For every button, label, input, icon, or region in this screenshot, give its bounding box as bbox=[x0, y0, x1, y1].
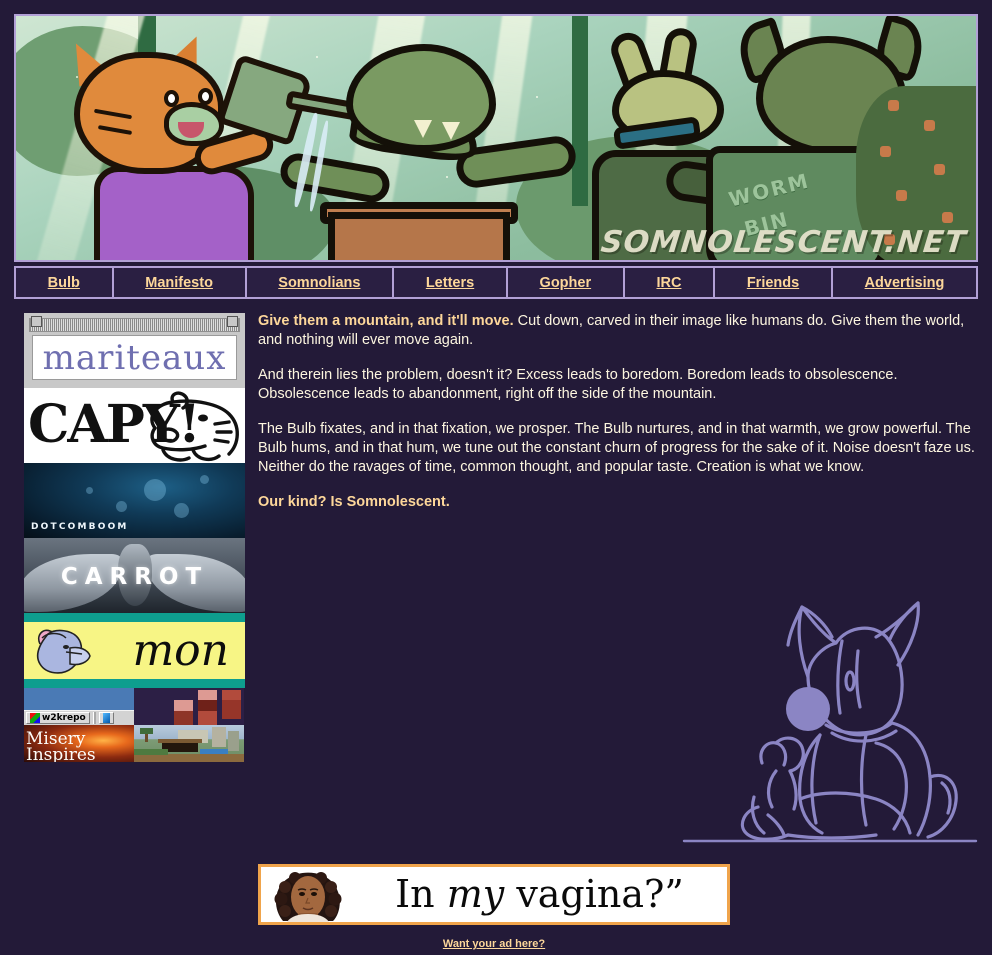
badge-carrot[interactable]: CARROT bbox=[24, 538, 245, 613]
paragraph-2: And therein lies the problem, doesn't it… bbox=[258, 367, 898, 402]
paragraph-3: The Bulb fixates, and in that fixation, … bbox=[258, 421, 975, 475]
cat-eye-left bbox=[164, 90, 179, 107]
swatch bbox=[174, 711, 193, 725]
badge-mon-label: mon bbox=[132, 625, 229, 676]
badge-carrot-label: CARROT bbox=[60, 564, 209, 590]
bubble bbox=[144, 479, 166, 501]
nav-item-gopher[interactable]: Gopher bbox=[508, 268, 625, 297]
lead-phrase: Give them a mountain, and it'll move. bbox=[258, 313, 514, 329]
wolf-character-icon bbox=[36, 629, 91, 674]
main-content: Give them a mountain, and it'll move. Cu… bbox=[258, 312, 976, 528]
mc-grass bbox=[134, 749, 168, 755]
badge-dotcomboom-label: DOTCOMBOOM bbox=[31, 522, 129, 532]
bubble bbox=[116, 501, 127, 512]
nav-item-somnolians[interactable]: Somnolians bbox=[247, 268, 395, 297]
ad-text-post: vagina?” bbox=[504, 872, 684, 916]
advertisement-section: In my vagina?” Want your ad here? bbox=[258, 864, 730, 950]
badge-swatches[interactable] bbox=[134, 688, 244, 725]
berry bbox=[942, 212, 953, 223]
nav-item-bulb[interactable]: Bulb bbox=[16, 268, 114, 297]
paragraph-1: Give them a mountain, and it'll move. Cu… bbox=[258, 312, 976, 350]
badge-row: Misery Inspires bbox=[24, 725, 245, 762]
badge-mariteaux[interactable]: mariteaux bbox=[24, 313, 245, 388]
badge-minecraft[interactable] bbox=[134, 725, 244, 762]
banner-artwork: WORM BIN SOMNOLESCENT.NET bbox=[16, 16, 976, 260]
banner-watermark: SOMNOLESCENT.NET bbox=[598, 225, 968, 260]
badge-row: w2krepo bbox=[24, 688, 245, 725]
mc-building bbox=[212, 727, 226, 747]
speck bbox=[446, 176, 448, 178]
bubble bbox=[200, 475, 209, 484]
nav-item-advertising[interactable]: Advertising bbox=[833, 268, 976, 297]
badge-misery-label-text: Misery Inspires bbox=[26, 729, 96, 763]
mc-tree-trunk bbox=[145, 734, 148, 742]
badge-misery-label: Misery Inspires bbox=[26, 729, 96, 763]
swatch bbox=[222, 700, 241, 719]
taskbar: w2krepo bbox=[24, 710, 134, 725]
paragraph-4: Our kind? Is Somnolescent. bbox=[258, 494, 450, 510]
app-icon bbox=[30, 713, 40, 723]
nav-item-friends[interactable]: Friends bbox=[715, 268, 833, 297]
mc-tower bbox=[228, 731, 239, 751]
badge-body: mariteaux bbox=[32, 335, 237, 380]
berry bbox=[934, 164, 945, 175]
badge-dotcomboom[interactable]: DOTCOMBOOM bbox=[24, 463, 245, 538]
cat-body bbox=[94, 166, 254, 260]
window-close-icon bbox=[31, 316, 42, 327]
ad-text: In my vagina?” bbox=[356, 867, 727, 922]
page-root: WORM BIN SOMNOLESCENT.NET Bulb Manifesto… bbox=[0, 0, 992, 955]
flower-pot bbox=[328, 212, 510, 260]
bubble bbox=[86, 487, 93, 494]
badge-mariteaux-label: mariteaux bbox=[42, 337, 227, 378]
nav-item-irc[interactable]: IRC bbox=[625, 268, 716, 297]
taskbar-button: w2krepo bbox=[26, 712, 90, 724]
capybara-sketch-icon bbox=[150, 391, 239, 462]
swatch bbox=[198, 711, 217, 725]
ad-text-pre: In bbox=[395, 872, 447, 916]
cat-eye-right bbox=[198, 88, 213, 105]
badge-sidebar: mariteaux CAPY! DOTCOMBOOM CARROT mon w2… bbox=[24, 313, 245, 762]
speck bbox=[316, 56, 318, 58]
ad-text-emphasis: my bbox=[446, 872, 505, 916]
main-navigation: Bulb Manifesto Somnolians Letters Gopher… bbox=[14, 266, 978, 299]
badge-w2krepo[interactable]: w2krepo bbox=[24, 688, 134, 725]
nav-item-manifesto[interactable]: Manifesto bbox=[114, 268, 247, 297]
tray-icon bbox=[102, 713, 110, 723]
window-menu-icon bbox=[227, 316, 238, 327]
frog-tooth bbox=[442, 122, 460, 140]
berry bbox=[924, 120, 935, 131]
ad-banner[interactable]: In my vagina?” bbox=[258, 864, 730, 925]
site-banner: WORM BIN SOMNOLESCENT.NET bbox=[14, 14, 978, 262]
frog-tooth bbox=[414, 120, 432, 138]
fox-line-art bbox=[682, 601, 978, 843]
speck bbox=[536, 96, 538, 98]
mc-path bbox=[134, 754, 244, 762]
badge-capy[interactable]: CAPY! bbox=[24, 388, 245, 463]
bubble bbox=[174, 503, 189, 518]
taskbar-divider bbox=[92, 712, 96, 724]
ad-photo bbox=[261, 867, 356, 922]
title-bar bbox=[29, 318, 240, 332]
berry bbox=[880, 146, 891, 157]
badge-misery-inspires[interactable]: Misery Inspires bbox=[24, 725, 134, 762]
want-your-ad-here-link[interactable]: Want your ad here? bbox=[258, 938, 730, 950]
berry bbox=[888, 100, 899, 111]
trunk bbox=[572, 16, 588, 206]
woman-portrait-image bbox=[261, 867, 356, 922]
nav-item-letters[interactable]: Letters bbox=[394, 268, 508, 297]
berry bbox=[896, 190, 907, 201]
badge-mon[interactable]: mon bbox=[24, 613, 245, 688]
taskbar-button-2 bbox=[98, 712, 114, 724]
